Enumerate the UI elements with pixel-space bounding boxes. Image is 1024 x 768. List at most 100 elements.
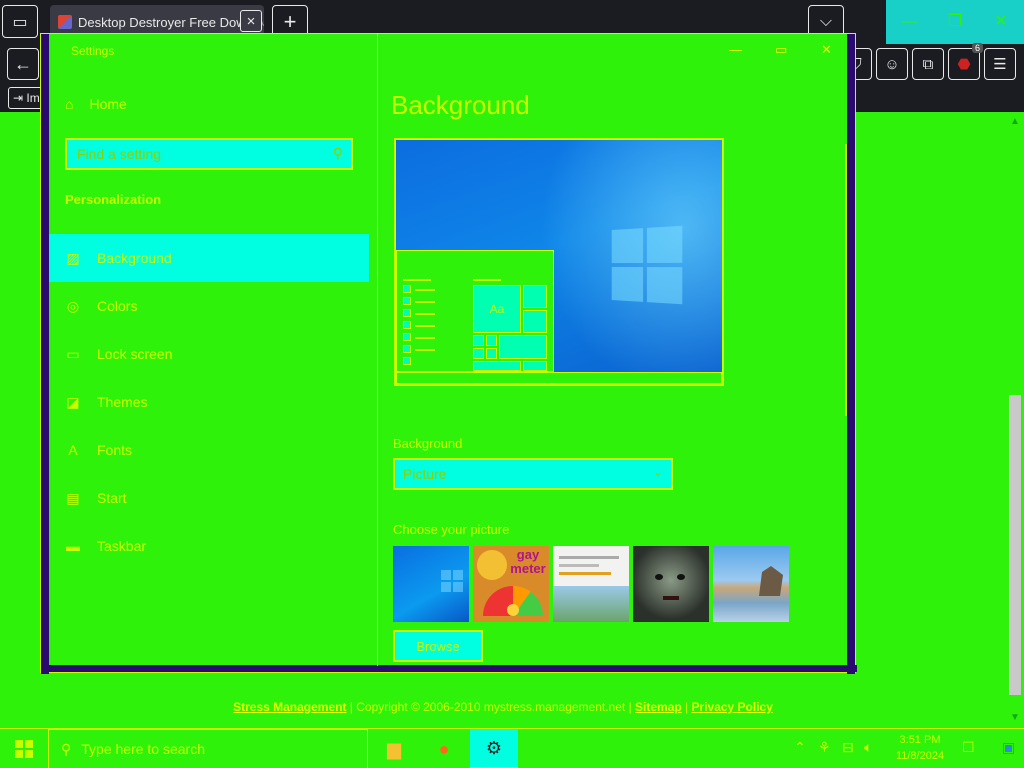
tab-list-button[interactable]: ▭	[2, 5, 38, 38]
footer-copyright: | Copyright © 2006-2010 mystress.managem…	[346, 700, 636, 714]
preview-start-menu: Aa	[396, 250, 554, 372]
nav-item-label: Fonts	[97, 442, 133, 458]
nav-item-lock-screen[interactable]: ▭ Lock screen	[49, 330, 369, 378]
search-icon: ⚲	[61, 740, 72, 757]
footer-separator: |	[681, 700, 692, 714]
scrollbar-thumb[interactable]	[1009, 395, 1021, 695]
network-share-icon[interactable]: ⚘	[818, 739, 831, 756]
windows-taskbar: ⚲ Type here to search ▆ ● ⚙ ⌃ ⚘ ⊟ 🔈︎ 3:5…	[0, 728, 1024, 768]
clock-time: 3:51 PM	[899, 734, 941, 746]
settings-maximize-button[interactable]: ▭	[775, 42, 787, 58]
nav-home[interactable]: ⌂ Home	[65, 96, 127, 112]
settings-title: Settings	[71, 44, 115, 58]
close-window-button[interactable]: ✕	[986, 10, 1016, 34]
sitemap-link[interactable]: Sitemap	[635, 700, 682, 714]
background-label: Background	[393, 436, 463, 451]
palette-icon: ◎	[66, 297, 80, 314]
scroll-up-icon[interactable]: ▲	[1010, 116, 1020, 127]
settings-close-button[interactable]: ✕	[821, 42, 832, 58]
nav-item-label: Background	[97, 250, 172, 266]
scroll-down-icon[interactable]: ▼	[1010, 712, 1020, 723]
clock-date: 11/8/2024	[895, 750, 945, 762]
nav-item-label: Themes	[97, 394, 148, 410]
network-icon[interactable]: ⊟	[842, 739, 854, 756]
themes-icon: ◪	[66, 393, 80, 410]
settings-minimize-button[interactable]: —	[729, 42, 742, 57]
ublock-icon: ⬣	[957, 56, 971, 73]
restore-button[interactable]: ❐	[940, 10, 970, 34]
search-placeholder: Find a setting	[77, 146, 162, 162]
section-heading: Personalization	[65, 192, 162, 207]
notifications-icon[interactable]: ☐	[962, 739, 975, 756]
preview-tile: Aa	[473, 285, 521, 333]
browser-window-controls: — ❐ ✕	[886, 0, 1024, 44]
thumbnail-meter-image[interactable]: gay meter	[473, 546, 549, 622]
start-button[interactable]	[0, 729, 48, 768]
import-icon: ⇥	[13, 91, 24, 105]
find-setting-input[interactable]: Find a setting ⚲	[65, 138, 353, 170]
show-desktop-icon[interactable]: ▣	[1002, 739, 1015, 756]
desktop-preview: Aa	[394, 138, 724, 386]
volume-icon[interactable]: 🔈︎	[864, 739, 872, 756]
meter-caption: gay meter	[510, 547, 546, 576]
tab-close-button[interactable]: ×	[240, 10, 262, 32]
windows-logo-icon	[441, 570, 463, 592]
folder-icon: ▆	[387, 738, 401, 759]
fonts-icon: A	[68, 442, 78, 458]
thumbnail-beach-landscape[interactable]	[713, 546, 789, 622]
thumbnail-windows-wallpaper[interactable]	[393, 546, 469, 622]
pane-divider	[377, 34, 378, 666]
page-scrollbar[interactable]: ▲ ▼	[1006, 112, 1024, 728]
dropdown-value: Picture	[403, 466, 447, 482]
tabs-icon: ▭	[12, 13, 28, 31]
firefox-button[interactable]: ●	[420, 729, 468, 768]
minimize-button[interactable]: —	[894, 10, 924, 34]
gear-icon: ⚙	[485, 737, 503, 758]
thumbnail-webpage-screenshot[interactable]	[553, 546, 629, 622]
window-edge-bottom	[41, 665, 857, 672]
puzzle-icon: ⧉	[922, 55, 934, 73]
taskbar-clock[interactable]: 3:51 PM 11/8/2024	[888, 732, 952, 764]
home-icon: ⌂	[65, 96, 74, 112]
browse-button[interactable]: Browse	[393, 630, 483, 662]
back-button[interactable]: ←	[7, 48, 39, 80]
chevron-up-icon[interactable]: ⌃	[794, 739, 806, 756]
nav-item-colors[interactable]: ◎ Colors	[49, 282, 369, 330]
nav-item-label: Lock screen	[97, 346, 173, 362]
nav-item-themes[interactable]: ◪ Themes	[49, 378, 369, 426]
taskbar-search-box[interactable]: ⚲ Type here to search	[48, 729, 368, 768]
tab-title: Desktop Destroyer Free Download	[78, 14, 264, 30]
settings-content: Settings — ▭ ✕ ⌂ Home Find a setting ⚲ P…	[49, 34, 849, 666]
stress-management-link[interactable]: Stress Management	[233, 700, 346, 714]
ublock-button[interactable]: ⬣ 6	[948, 43, 983, 80]
settings-window: Settings — ▭ ✕ ⌂ Home Find a setting ⚲ P…	[40, 33, 857, 674]
nav-item-start[interactable]: ▤ Start	[49, 474, 369, 522]
windows-logo-icon	[611, 225, 683, 305]
firefox-icon: ●	[438, 738, 450, 759]
nav-item-fonts[interactable]: A Fonts	[49, 426, 369, 474]
background-type-dropdown[interactable]: Picture ⌄	[393, 458, 673, 490]
window-edge-left	[41, 34, 49, 674]
chevron-down-icon: ⌄	[652, 465, 663, 479]
taskbar-search-placeholder: Type here to search	[81, 741, 206, 757]
account-button[interactable]: ☺	[876, 48, 908, 80]
settings-taskbar-button[interactable]: ⚙	[470, 729, 518, 768]
bookmark-label: Im	[26, 91, 40, 105]
windows-logo-icon	[15, 740, 33, 758]
extensions-button[interactable]: ⧉	[912, 48, 944, 80]
extension-badge: 6	[971, 43, 983, 53]
nav-item-taskbar[interactable]: ▬ Taskbar	[49, 522, 369, 570]
thumbnail-scary-face[interactable]	[633, 546, 709, 622]
search-icon: ⚲	[332, 145, 343, 161]
chevron-down-icon: ⌵	[819, 12, 833, 30]
choose-picture-label: Choose your picture	[393, 522, 510, 537]
menu-button[interactable]: ☰	[984, 48, 1016, 80]
taskbar-icon: ▬	[66, 538, 80, 554]
privacy-policy-link[interactable]: Privacy Policy	[692, 700, 773, 714]
file-explorer-button[interactable]: ▆	[370, 729, 418, 768]
settings-scrollbar[interactable]	[845, 144, 847, 416]
page-footer: Stress Management | Copyright © 2006-201…	[0, 700, 1006, 714]
nav-item-background[interactable]: ▨ Background	[49, 234, 369, 282]
favicon-icon	[58, 15, 72, 29]
account-icon: ☺	[884, 55, 900, 73]
